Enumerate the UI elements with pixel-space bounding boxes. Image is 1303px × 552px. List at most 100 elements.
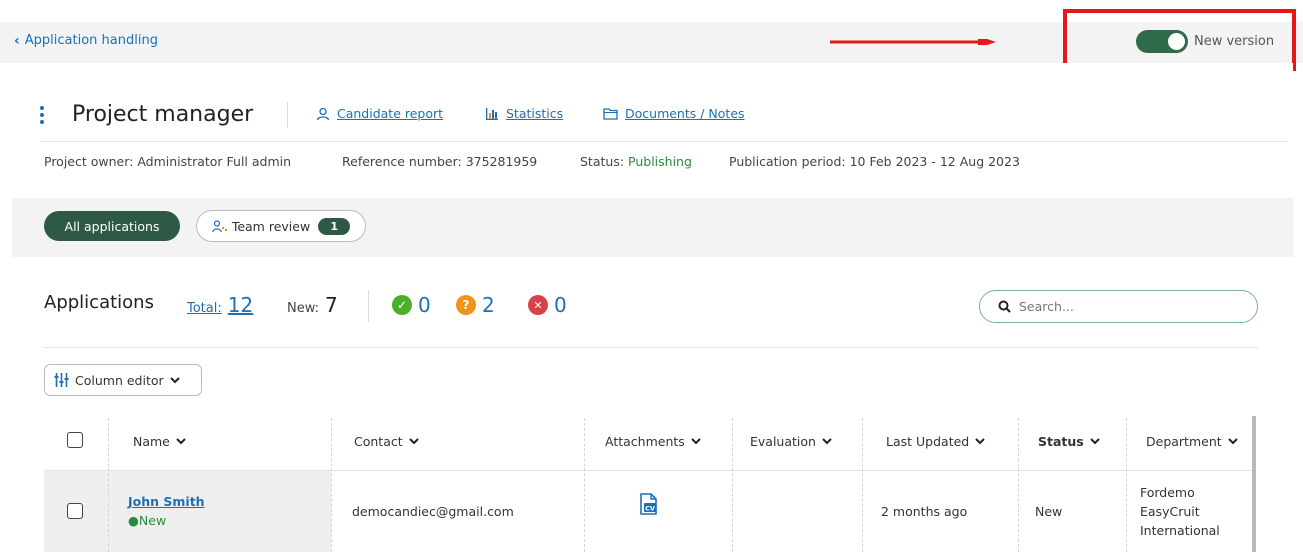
candidate-name-link[interactable]: John Smith bbox=[128, 494, 205, 509]
back-link-label: Application handling bbox=[24, 33, 158, 48]
column-divider bbox=[584, 418, 585, 552]
chevron-down-icon bbox=[176, 438, 186, 445]
person-icon bbox=[316, 107, 330, 120]
column-header-label: Last Updated bbox=[886, 434, 970, 449]
select-all-checkbox[interactable] bbox=[67, 432, 83, 448]
column-header-label: Attachments bbox=[605, 434, 685, 449]
search-placeholder: Search... bbox=[1019, 299, 1074, 314]
column-header-label: Contact bbox=[354, 434, 403, 449]
divider bbox=[368, 290, 369, 322]
row-status-value: New bbox=[1035, 504, 1063, 519]
status-value: Publishing bbox=[628, 154, 692, 169]
red-arrow-annotation bbox=[830, 39, 996, 45]
department-line: International bbox=[1140, 523, 1220, 538]
candidate-name: John Smith bbox=[128, 494, 205, 509]
cv-document-icon[interactable]: CV bbox=[640, 493, 658, 518]
chevron-down-icon bbox=[975, 438, 985, 445]
new-version-label: New version bbox=[1194, 34, 1275, 49]
project-header bbox=[12, 63, 1293, 198]
chevron-left-icon: ‹ bbox=[14, 32, 20, 49]
divider bbox=[44, 347, 1258, 348]
page-title: Project manager bbox=[40, 102, 253, 127]
new-version-toggle[interactable] bbox=[1136, 30, 1188, 53]
column-header-attachments[interactable]: Attachments bbox=[605, 434, 701, 449]
search-icon bbox=[998, 300, 1011, 313]
column-header-evaluation[interactable]: Evaluation bbox=[750, 434, 832, 449]
check-circle-icon: ✓ bbox=[392, 295, 412, 315]
ref-label: Reference number: bbox=[342, 154, 462, 169]
statistics-link[interactable]: Statistics bbox=[485, 106, 563, 121]
back-link[interactable]: ‹ Application handling bbox=[14, 33, 158, 48]
row-checkbox[interactable] bbox=[67, 503, 83, 519]
column-editor-button[interactable]: Column editor bbox=[44, 364, 202, 396]
candidate-contact: democandiec@gmail.com bbox=[352, 504, 514, 519]
documents-notes-link[interactable]: Documents / Notes bbox=[603, 106, 745, 121]
folder-icon bbox=[603, 108, 618, 120]
chevron-down-icon bbox=[1090, 438, 1100, 445]
chevron-down-icon bbox=[169, 376, 180, 383]
search-input[interactable]: Search... bbox=[979, 290, 1258, 323]
chevron-down-icon bbox=[691, 438, 701, 445]
rejected-value: 0 bbox=[554, 293, 567, 317]
rejected-count[interactable]: ✕ 0 bbox=[528, 293, 567, 317]
reference-number: Reference number: 375281959 bbox=[342, 154, 537, 169]
column-divider bbox=[108, 418, 109, 552]
owner-value: Administrator Full admin bbox=[137, 154, 292, 169]
column-header-status[interactable]: Status bbox=[1038, 434, 1100, 449]
column-header-department[interactable]: Department bbox=[1146, 434, 1238, 449]
chevron-down-icon bbox=[822, 438, 832, 445]
row-highlight bbox=[44, 471, 331, 552]
ref-value: 375281959 bbox=[465, 154, 538, 169]
column-header-contact[interactable]: Contact bbox=[354, 434, 419, 449]
applications-heading: Applications bbox=[44, 292, 154, 313]
period-value: 10 Feb 2023 - 12 Aug 2023 bbox=[849, 154, 1020, 169]
last-updated-value: 2 months ago bbox=[881, 504, 968, 519]
total-count-link[interactable]: Total: 12 bbox=[187, 293, 253, 317]
candidate-report-link[interactable]: Candidate report bbox=[316, 106, 443, 121]
approved-count[interactable]: ✓ 0 bbox=[392, 293, 431, 317]
status-label: Status: bbox=[580, 154, 625, 169]
bar-chart-icon bbox=[486, 107, 498, 120]
scrollbar[interactable] bbox=[1252, 416, 1256, 552]
new-tag-label: New bbox=[138, 513, 167, 528]
dot-icon: ● bbox=[128, 513, 139, 528]
team-review-count-badge: 1 bbox=[318, 217, 351, 235]
team-review-tab[interactable]: Team review 1 bbox=[196, 210, 366, 242]
publication-period: Publication period: 10 Feb 2023 - 12 Aug… bbox=[729, 154, 1020, 169]
column-divider bbox=[732, 418, 733, 552]
column-header-last-updated[interactable]: Last Updated bbox=[886, 434, 985, 449]
new-label: New: bbox=[287, 301, 320, 316]
new-value: 7 bbox=[325, 293, 338, 317]
department-line: EasyCruit bbox=[1140, 504, 1200, 519]
pending-count[interactable]: ? 2 bbox=[456, 293, 495, 317]
column-divider bbox=[862, 418, 863, 552]
column-header-label: Department bbox=[1146, 434, 1222, 449]
department-value: Fordemo EasyCruit International bbox=[1140, 483, 1220, 540]
new-tag: ●New bbox=[128, 513, 166, 528]
team-review-label: Team review bbox=[231, 218, 311, 234]
kebab-menu-icon[interactable] bbox=[40, 105, 52, 124]
column-header-label: Status bbox=[1038, 434, 1084, 449]
all-applications-tab[interactable]: All applications bbox=[44, 211, 180, 241]
question-circle-icon: ? bbox=[456, 295, 476, 315]
column-divider bbox=[1126, 418, 1127, 552]
owner-label: Project owner: bbox=[44, 154, 134, 169]
department-line: Fordemo bbox=[1140, 485, 1195, 500]
divider bbox=[40, 141, 1287, 142]
column-header-label: Evaluation bbox=[750, 434, 816, 449]
new-count: New: 7 bbox=[287, 293, 338, 317]
chevron-down-icon bbox=[1227, 438, 1238, 445]
project-status: Status: Publishing bbox=[580, 154, 692, 169]
candidate-report-label: Candidate report bbox=[337, 106, 444, 121]
column-divider bbox=[331, 418, 332, 552]
documents-notes-label: Documents / Notes bbox=[625, 106, 745, 121]
pending-value: 2 bbox=[482, 293, 495, 317]
period-label: Publication period: bbox=[729, 154, 846, 169]
total-label: Total: bbox=[187, 301, 222, 316]
column-editor-label: Column editor bbox=[75, 372, 164, 388]
approved-value: 0 bbox=[418, 293, 431, 317]
sliders-icon bbox=[54, 373, 69, 387]
project-owner: Project owner: Administrator Full admin bbox=[44, 154, 291, 169]
svg-text:CV: CV bbox=[645, 505, 655, 513]
column-header-name[interactable]: Name bbox=[133, 434, 186, 449]
